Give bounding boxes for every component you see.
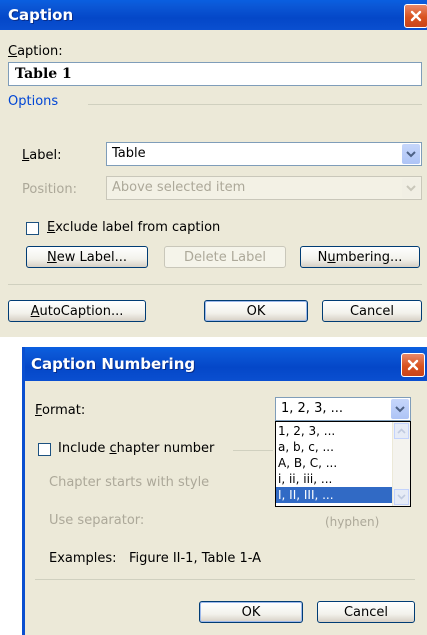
format-option[interactable]: 1, 2, 3, ...	[276, 423, 392, 439]
chevron-down-icon[interactable]	[391, 399, 409, 419]
options-group-label: Options	[8, 94, 59, 109]
caption-input[interactable]: Table 1	[8, 62, 422, 86]
caption-bottom-divider	[8, 284, 422, 285]
caption-dialog-title: Caption	[8, 6, 74, 24]
delete-label-button[interactable]: Delete Label	[164, 246, 286, 268]
options-group-divider	[88, 104, 422, 105]
position-field-label: Position:	[22, 182, 77, 197]
format-select[interactable]: 1, 2, 3, ...	[275, 397, 411, 421]
separator-value: (hyphen)	[325, 515, 380, 529]
chevron-down-icon[interactable]	[402, 178, 420, 198]
format-dropdown-list[interactable]: 1, 2, 3, ... a, b, c, ... A, B, C, ... i, i…	[275, 421, 411, 507]
caption-cancel-button[interactable]: Cancel	[322, 300, 422, 322]
caption-input-value: Table 1	[15, 66, 72, 82]
position-select[interactable]: Above selected item	[106, 176, 422, 200]
chapter-style-label: Chapter starts with style	[49, 475, 210, 490]
autocaption-button[interactable]: AutoCaption...	[8, 300, 146, 322]
caption-dialog: Caption Caption: Table 1 Options Label: …	[0, 0, 427, 337]
scroll-down-button[interactable]	[394, 489, 409, 505]
chapter-group-divider	[233, 450, 273, 451]
scroll-up-button[interactable]	[394, 423, 409, 439]
delete-label-button-text: Delete Label	[184, 249, 266, 265]
format-option[interactable]: i, ii, iii, ...	[276, 471, 392, 487]
caption-title-bar[interactable]: Caption	[0, 0, 427, 30]
numbering-ok-button[interactable]: OK	[199, 601, 303, 623]
autocaption-button-text: AutoCaption...	[30, 303, 124, 319]
numbering-cancel-button[interactable]: Cancel	[317, 601, 415, 623]
numbering-dialog-title: Caption Numbering	[31, 355, 196, 373]
exclude-label-text: Exclude label from caption	[47, 220, 221, 235]
numbering-button[interactable]: Numbering...	[300, 246, 420, 268]
caption-close-button[interactable]	[404, 4, 427, 28]
exclude-label-checkbox[interactable]	[26, 222, 39, 235]
numbering-ok-button-text: OK	[241, 604, 261, 620]
caption-numbering-dialog: Caption Numbering Format: 1, 2, 3, ... I…	[22, 347, 427, 635]
label-select-value: Table	[112, 146, 146, 161]
include-chapter-text: Include chapter number	[58, 441, 215, 456]
chevron-down-icon	[397, 494, 406, 500]
label-field-label: Label:	[22, 148, 62, 163]
format-option[interactable]: A, B, C, ...	[276, 455, 392, 471]
caption-ok-button[interactable]: OK	[204, 300, 308, 322]
caption-field-label: Caption:	[8, 44, 63, 59]
separator-label: Use separator:	[49, 513, 145, 528]
caption-ok-button-text: OK	[246, 303, 266, 319]
numbering-cancel-button-text: Cancel	[343, 604, 389, 620]
position-select-value: Above selected item	[112, 180, 246, 195]
close-icon	[407, 359, 419, 371]
chevron-up-icon	[397, 428, 406, 434]
include-chapter-checkbox[interactable]	[38, 443, 51, 456]
format-option[interactable]: a, b, c, ...	[276, 439, 392, 455]
examples-value: Figure II-1, Table 1-A	[129, 551, 262, 566]
chevron-down-icon[interactable]	[402, 144, 420, 164]
format-select-value: 1, 2, 3, ...	[281, 401, 344, 416]
caption-field-label-text: aption:	[17, 44, 63, 59]
numbering-bottom-divider	[35, 579, 415, 580]
format-field-label: Format:	[35, 403, 86, 418]
label-select[interactable]: Table	[106, 142, 422, 166]
format-option[interactable]: I, II, III, ...	[276, 487, 392, 503]
new-label-button[interactable]: New Label...	[26, 246, 148, 268]
close-icon	[410, 10, 422, 22]
dropdown-scrollbar[interactable]	[392, 422, 410, 506]
caption-cancel-button-text: Cancel	[349, 303, 395, 319]
examples-label: Examples:	[49, 551, 117, 566]
format-options: 1, 2, 3, ... a, b, c, ... A, B, C, ... i, i…	[276, 423, 392, 503]
numbering-button-text: Numbering...	[317, 249, 403, 265]
numbering-title-bar[interactable]: Caption Numbering	[25, 347, 427, 381]
numbering-close-button[interactable]	[401, 353, 425, 377]
new-label-button-text: New Label...	[47, 249, 127, 265]
